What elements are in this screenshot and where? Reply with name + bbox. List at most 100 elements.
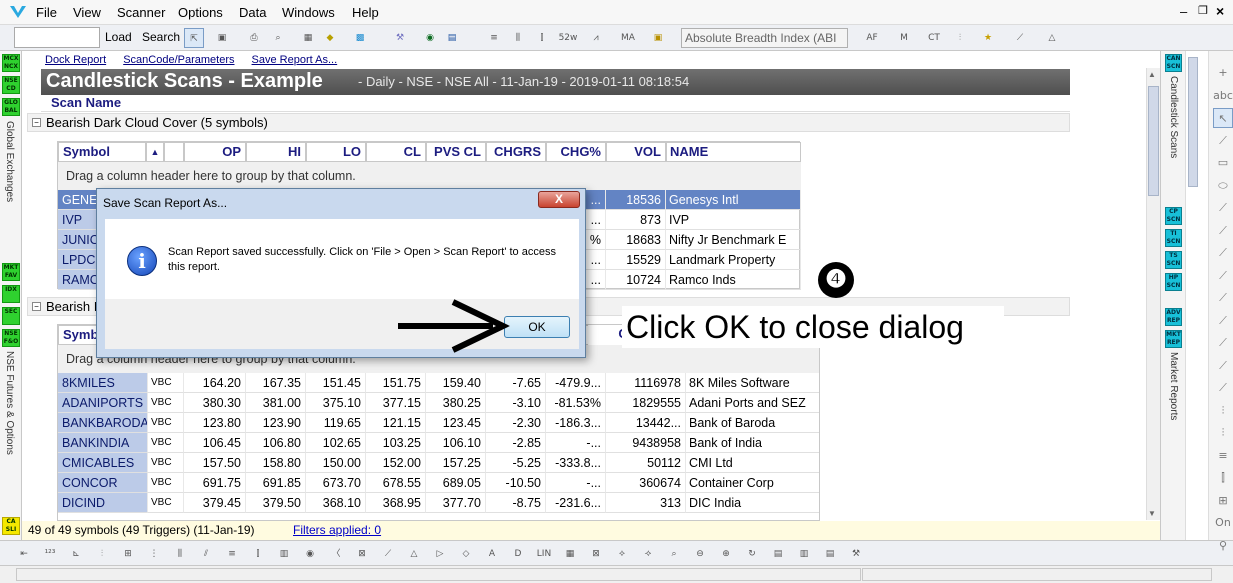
doc2-icon[interactable]: ▥ (794, 544, 814, 564)
cp-scn-badge[interactable]: CP SCN (1165, 207, 1182, 225)
restore-icon[interactable]: ❐ (1198, 4, 1208, 17)
arc-icon[interactable]: ⟋ (1213, 288, 1233, 308)
gauge-icon[interactable]: ▣ (648, 28, 668, 48)
lin-icon[interactable]: LIN (534, 544, 554, 564)
ts-scn-badge[interactable]: TS SCN (1165, 251, 1182, 269)
tools-icon[interactable]: ⚒ (846, 544, 866, 564)
mcx-badge[interactable]: MCX NCX (2, 54, 20, 72)
grid-tool-icon[interactable]: ⊞ (1213, 491, 1233, 511)
play-icon[interactable]: ▷ (430, 544, 450, 564)
text-icon[interactable]: A (482, 544, 502, 564)
print-icon[interactable]: ⎙ (244, 28, 264, 48)
cow-tam-icon[interactable]: CT (924, 28, 944, 48)
can-scn-badge[interactable]: CAN SCN (1165, 54, 1182, 72)
scroll-up-icon[interactable]: ▲ (1148, 70, 1156, 79)
ti-scn-badge[interactable]: TI SCN (1165, 229, 1182, 247)
col-cl[interactable]: CL (366, 142, 426, 162)
col-lo[interactable]: LO (306, 142, 366, 162)
menu-data[interactable]: Data (239, 5, 266, 20)
col-name[interactable]: NAME (666, 142, 801, 162)
ratio-icon[interactable]: ⫽ (196, 544, 216, 564)
cursor-icon[interactable]: ↖ (1213, 108, 1233, 128)
collapse-icon[interactable]: − (32, 302, 41, 311)
col-op[interactable]: OP (184, 142, 246, 162)
bars-icon[interactable]: ▥ (274, 544, 294, 564)
col-hi[interactable]: HI (246, 142, 306, 162)
trend-icon[interactable]: ⟋ (378, 544, 398, 564)
sep-icon[interactable]: ⋮ (144, 544, 164, 564)
sort-icon[interactable]: ▲ (146, 142, 164, 162)
zoom-icon[interactable]: ⌕ (664, 544, 684, 564)
cross-icon[interactable]: ⊠ (586, 544, 606, 564)
menu-help[interactable]: Help (352, 5, 379, 20)
filters-applied-link[interactable]: Filters applied: 0 (293, 521, 381, 540)
lines-icon[interactable]: ≡ (222, 544, 242, 564)
col-vol[interactable]: VOL (606, 142, 666, 162)
bars-tool-icon[interactable]: ⫿ (1213, 468, 1233, 488)
vertical-scrollbar[interactable]: ▲ ▼ (1146, 68, 1160, 520)
row-symbol[interactable]: LPDC (58, 250, 98, 270)
search-button[interactable]: Search (142, 30, 180, 44)
draw-icon[interactable]: D (508, 544, 528, 564)
trendline-icon[interactable]: ⟋ (1213, 198, 1233, 218)
numbers-icon[interactable]: ¹²³ (40, 544, 60, 564)
col-blank[interactable] (164, 142, 184, 162)
circle-icon[interactable]: ◉ (300, 544, 320, 564)
row-symbol[interactable]: DICIND (58, 493, 148, 513)
diamond-icon[interactable]: ◆ (320, 28, 340, 48)
candlestick-scans-tab[interactable]: Candlestick Scans (1168, 76, 1179, 158)
triangle-icon[interactable]: △ (404, 544, 424, 564)
pointer-icon[interactable]: ⇱ (184, 28, 204, 48)
box-icon[interactable]: ⊠ (352, 544, 372, 564)
row-symbol[interactable]: JUNIO (58, 230, 98, 250)
hp-scn-badge[interactable]: HP SCN (1165, 273, 1182, 291)
menu-windows[interactable]: Windows (282, 5, 335, 20)
regression-icon[interactable]: ⟋ (1213, 378, 1233, 398)
scancode-parameters-link[interactable]: ScanCode/Parameters (123, 54, 234, 66)
right-scroll-thumb[interactable] (1188, 57, 1198, 187)
nse-futures-options-tab[interactable]: NSE Futures & Options (4, 351, 15, 455)
channel-icon[interactable]: ⟋ (1213, 221, 1233, 241)
reset-icon[interactable]: ⚲ (1213, 536, 1233, 556)
col-chgrs[interactable]: CHGRS (486, 142, 546, 162)
ma-icon[interactable]: MA (618, 28, 638, 48)
group-bearish-dark-cloud[interactable]: − Bearish Dark Cloud Cover (5 symbols) (27, 113, 1070, 132)
ok-button[interactable]: OK (504, 316, 570, 338)
hatch-icon[interactable]: ▦ (560, 544, 580, 564)
row-symbol[interactable]: IVP (58, 210, 98, 230)
chart-icon[interactable]: ▦ (298, 28, 318, 48)
dots-icon[interactable]: ⫶ (92, 544, 112, 564)
scroll-down-icon[interactable]: ▼ (1148, 509, 1156, 518)
fibo-icon[interactable]: ⟋ (1213, 243, 1233, 263)
close-icon[interactable]: × (1216, 3, 1224, 19)
row-symbol[interactable]: BANKBARODA (58, 413, 148, 433)
bars-icon[interactable]: ≡ (484, 28, 504, 48)
ellipse-icon[interactable]: ⬭ (1213, 176, 1233, 196)
nse-cd-badge[interactable]: NSE CD (2, 76, 20, 94)
global-badge[interactable]: GLO BAL (2, 98, 20, 116)
dialog-close-button[interactable]: X (538, 191, 580, 208)
fan-icon[interactable]: ⟋ (1213, 266, 1233, 286)
doc3-icon[interactable]: ▤ (820, 544, 840, 564)
global-exchanges-tab[interactable]: Global Exchanges (4, 121, 15, 202)
menu-options[interactable]: Options (178, 5, 223, 20)
menu-view[interactable]: View (73, 5, 101, 20)
candle-icon[interactable]: ⫿ (248, 544, 268, 564)
speed-icon[interactable]: ⫶ (1213, 423, 1233, 443)
levels-icon[interactable]: ≡ (1213, 446, 1233, 466)
time-zone-icon[interactable]: ⟋ (1213, 311, 1233, 331)
pattern-icon[interactable]: ⟋ (1010, 28, 1030, 48)
menu-scanner[interactable]: Scanner (117, 5, 165, 20)
minimize-icon[interactable]: ‒ (1180, 4, 1187, 19)
sec-badge[interactable]: SEC (2, 307, 20, 325)
line-icon[interactable]: ⟋ (1213, 131, 1233, 151)
diamond-icon[interactable]: ◇ (456, 544, 476, 564)
mkt-rep-badge[interactable]: MKT REP (1165, 330, 1182, 348)
idx-badge[interactable]: IDX (2, 285, 20, 303)
adv-rep-badge[interactable]: ADV REP (1165, 308, 1182, 326)
nse-fo-badge[interactable]: NSE F&O (2, 329, 20, 347)
row-symbol[interactable]: ADANIPORTS (58, 393, 148, 413)
zoom-in-icon[interactable]: ⊕ (716, 544, 736, 564)
col-chg-pct[interactable]: CHG% (546, 142, 606, 162)
dock-report-link[interactable]: Dock Report (45, 54, 106, 66)
